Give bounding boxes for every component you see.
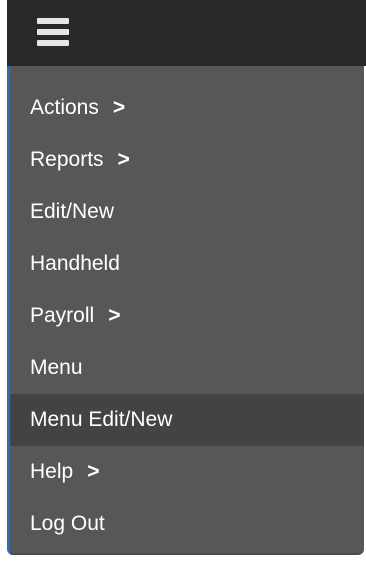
menu-item-label: Handheld xyxy=(30,252,120,275)
dropdown-menu: Actions > Reports > Edit/New Handheld Payr… xyxy=(7,66,364,555)
menu-item-label: Actions xyxy=(30,96,99,119)
menu-item-log-out[interactable]: Log Out xyxy=(10,498,364,550)
menu-item-reports[interactable]: Reports > xyxy=(10,134,364,186)
hamburger-line xyxy=(37,40,69,46)
submenu-arrow-icon: > xyxy=(117,148,130,171)
menu-item-handheld[interactable]: Handheld xyxy=(10,238,364,290)
top-bar xyxy=(7,0,366,66)
submenu-arrow-icon: > xyxy=(108,304,121,327)
menu-item-label: Menu xyxy=(30,356,83,379)
submenu-arrow-icon: > xyxy=(112,96,126,119)
menu-item-payroll[interactable]: Payroll > xyxy=(10,290,364,342)
submenu-arrow-icon: > xyxy=(87,460,100,483)
menu-item-label: Menu Edit/New xyxy=(30,408,173,431)
menu-item-label: Edit/New xyxy=(30,200,115,223)
hamburger-menu-icon[interactable] xyxy=(37,18,69,46)
menu-item-label: Reports xyxy=(30,148,104,171)
menu-item-menu[interactable]: Menu xyxy=(10,342,364,394)
menu-item-label: Log Out xyxy=(30,512,105,535)
menu-item-help[interactable]: Help > xyxy=(10,446,364,498)
menu-item-label: Help xyxy=(30,460,74,483)
menu-item-actions[interactable]: Actions > xyxy=(10,82,364,134)
hamburger-line xyxy=(37,18,69,24)
menu-item-edit-new[interactable]: Edit/New xyxy=(10,186,364,238)
menu-item-label: Payroll xyxy=(30,304,95,327)
menu-item-menu-edit-new[interactable]: Menu Edit/New xyxy=(10,394,364,446)
hamburger-line xyxy=(37,29,69,35)
